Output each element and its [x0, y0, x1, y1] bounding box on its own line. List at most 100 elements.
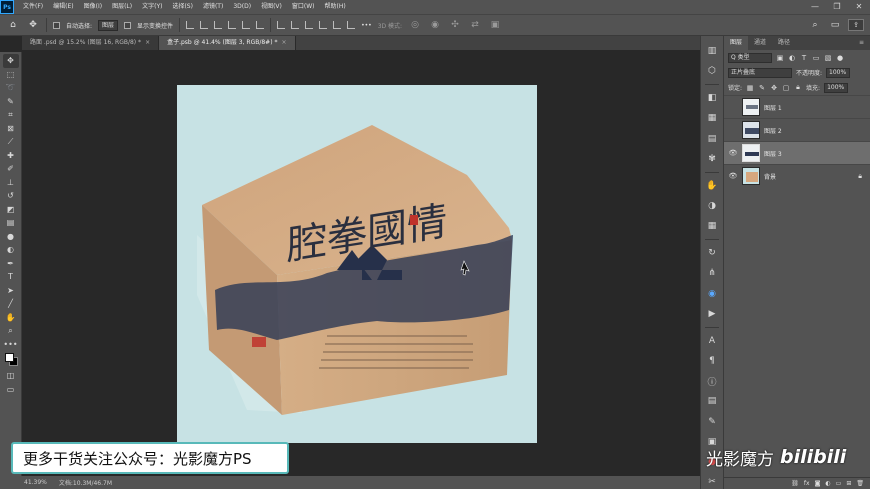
brushes-panel-icon[interactable]: ↻ — [704, 246, 720, 260]
visibility-toggle[interactable] — [728, 125, 738, 135]
layer-filter-dropdown[interactable]: Q 类型 — [728, 52, 772, 63]
more-options-button[interactable]: ••• — [361, 22, 372, 29]
filter-smart-icon[interactable]: ▧ — [824, 54, 832, 62]
menu-3d[interactable]: 3D(D) — [228, 0, 256, 14]
paths-panel-icon[interactable]: ✎ — [704, 414, 720, 428]
stamp-tool-icon[interactable]: ⊥ — [3, 176, 19, 190]
3d-pan-icon[interactable]: ✣ — [448, 18, 462, 32]
frame-tool-icon[interactable]: ⊠ — [3, 122, 19, 136]
tab-layers[interactable]: 图层 — [724, 36, 749, 50]
canvas-area[interactable]: 腔拳國情 — [22, 50, 700, 476]
menu-view[interactable]: 视图(V) — [256, 0, 287, 14]
eyedropper-tool-icon[interactable]: ⟋ — [3, 135, 19, 149]
filter-type-icon[interactable]: T — [800, 54, 808, 62]
crop-tool-icon[interactable]: ⌗ — [3, 108, 19, 122]
link-icon[interactable]: ⛓︎ — [791, 480, 799, 487]
group-icon[interactable]: ▭ — [836, 480, 842, 487]
3d-panel-icon[interactable]: ⬡ — [704, 64, 720, 78]
move-tool-icon[interactable]: ✥ — [26, 18, 40, 32]
distribute-top-icon[interactable] — [277, 21, 286, 29]
glyphs-panel-icon[interactable]: ▤ — [704, 394, 720, 408]
layer-name[interactable]: 背景 — [764, 172, 776, 181]
menu-image[interactable]: 图像(I) — [79, 0, 107, 14]
screen-mode-icon[interactable]: ▭ — [3, 383, 19, 397]
lock-artboard-icon[interactable]: ▢ — [782, 84, 790, 92]
opacity-input[interactable]: 100% — [826, 67, 851, 78]
lock-all-icon[interactable]: 🔒︎ — [794, 83, 802, 92]
filter-pixel-icon[interactable]: ▣ — [776, 54, 784, 62]
menu-select[interactable]: 选择(S) — [167, 0, 198, 14]
properties-panel-icon[interactable]: ✋ — [704, 179, 720, 193]
layer-row[interactable]: 👁︎ 图层 3 — [724, 141, 870, 164]
align-bottom-icon[interactable] — [256, 21, 265, 29]
lock-transparent-icon[interactable]: ▦ — [746, 84, 754, 92]
adjustments-panel-icon[interactable]: ◑ — [704, 199, 720, 213]
align-middle-icon[interactable] — [242, 21, 251, 29]
tab-channels[interactable]: 通道 — [748, 36, 772, 50]
tab-box-psb[interactable]: 盒子.psb @ 41.4% (图层 3, RGB/8#) * × — [159, 36, 296, 50]
filter-toggle-icon[interactable]: ● — [836, 54, 844, 62]
share-icon[interactable]: ⇪ — [848, 19, 864, 31]
quick-mask-icon[interactable]: ◫ — [3, 369, 19, 383]
tab-paths[interactable]: 路径 — [772, 36, 796, 50]
libraries-panel-icon[interactable]: ▦ — [704, 219, 720, 233]
trash-icon[interactable]: 🗑︎ — [856, 480, 864, 487]
search-icon[interactable]: ⌕ — [808, 18, 822, 32]
gradient-tool-icon[interactable]: ▤ — [3, 216, 19, 230]
distribute-bottom-icon[interactable] — [305, 21, 314, 29]
distribute-left-icon[interactable] — [319, 21, 328, 29]
marquee-tool-icon[interactable]: ⬚ — [3, 68, 19, 82]
brush-tool-icon[interactable]: ✐ — [3, 162, 19, 176]
distribute-right-icon[interactable] — [347, 21, 356, 29]
layer-name[interactable]: 图层 1 — [764, 103, 782, 112]
menu-filter[interactable]: 滤镜(T) — [198, 0, 228, 14]
eye-icon[interactable]: 👁︎ — [728, 148, 738, 158]
layer-name[interactable]: 图层 2 — [764, 126, 782, 135]
minimize-button[interactable]: — — [804, 0, 826, 14]
3d-roll-icon[interactable]: ◉ — [428, 18, 442, 32]
distribute-middle-icon[interactable] — [291, 21, 300, 29]
close-window-button[interactable]: ✕ — [848, 0, 870, 14]
eye-icon[interactable]: 👁︎ — [728, 171, 738, 181]
history-brush-tool-icon[interactable]: ↺ — [3, 189, 19, 203]
menu-window[interactable]: 窗口(W) — [287, 0, 320, 14]
tool-presets-icon[interactable]: ✂ — [704, 475, 720, 489]
layer-name[interactable]: 图层 3 — [764, 149, 782, 158]
paragraph-panel-icon[interactable]: ¶ — [704, 354, 720, 368]
lock-image-icon[interactable]: ✎ — [758, 84, 766, 92]
align-top-icon[interactable] — [228, 21, 237, 29]
edit-toolbar-icon[interactable]: ••• — [3, 338, 19, 352]
quick-select-tool-icon[interactable]: ✎ — [3, 95, 19, 109]
swatches-panel-icon[interactable]: ▦ — [704, 111, 720, 125]
close-icon[interactable]: × — [281, 39, 286, 46]
adjustment-icon[interactable]: ◐ — [825, 480, 830, 487]
zoom-tool-icon[interactable]: ⌕ — [3, 324, 19, 338]
3d-orbit-icon[interactable]: ◎ — [408, 18, 422, 32]
filter-adjustment-icon[interactable]: ◐ — [788, 54, 796, 62]
pen-tool-icon[interactable]: ✒ — [3, 257, 19, 271]
auto-select-dropdown[interactable]: 图层 — [98, 19, 119, 31]
foreground-color-swatch[interactable] — [4, 353, 14, 362]
blend-mode-dropdown[interactable]: 正片叠底 — [728, 67, 792, 78]
patterns-panel-icon[interactable]: ✾ — [704, 152, 720, 166]
show-transform-checkbox[interactable] — [124, 21, 132, 29]
align-right-icon[interactable] — [214, 21, 223, 29]
zoom-level[interactable]: 41.39% — [24, 479, 47, 486]
gradients-panel-icon[interactable]: ▤ — [704, 132, 720, 146]
menu-type[interactable]: 文字(Y) — [137, 0, 167, 14]
blur-tool-icon[interactable]: ● — [3, 230, 19, 244]
actions-panel-icon[interactable]: ▶ — [704, 307, 720, 321]
dodge-tool-icon[interactable]: ◐ — [3, 243, 19, 257]
workspace-icon[interactable]: ▭ — [828, 18, 842, 32]
restore-button[interactable]: ❐ — [826, 0, 848, 14]
panel-menu-icon[interactable]: ≡ — [853, 36, 870, 50]
shape-tool-icon[interactable]: ╱ — [3, 297, 19, 311]
distribute-center-icon[interactable] — [333, 21, 342, 29]
healing-tool-icon[interactable]: ✚ — [3, 149, 19, 163]
lasso-tool-icon[interactable]: ➰ — [3, 81, 19, 95]
tab-road-psd[interactable]: 路面 .psd @ 15.2% (图层 16, RGB/8) * × — [22, 36, 160, 50]
menu-layer[interactable]: 图层(L) — [107, 0, 137, 14]
history-panel-icon[interactable]: ▥ — [704, 44, 720, 58]
info-panel-icon[interactable]: ⓘ — [704, 374, 720, 388]
filter-shape-icon[interactable]: ▭ — [812, 54, 820, 62]
